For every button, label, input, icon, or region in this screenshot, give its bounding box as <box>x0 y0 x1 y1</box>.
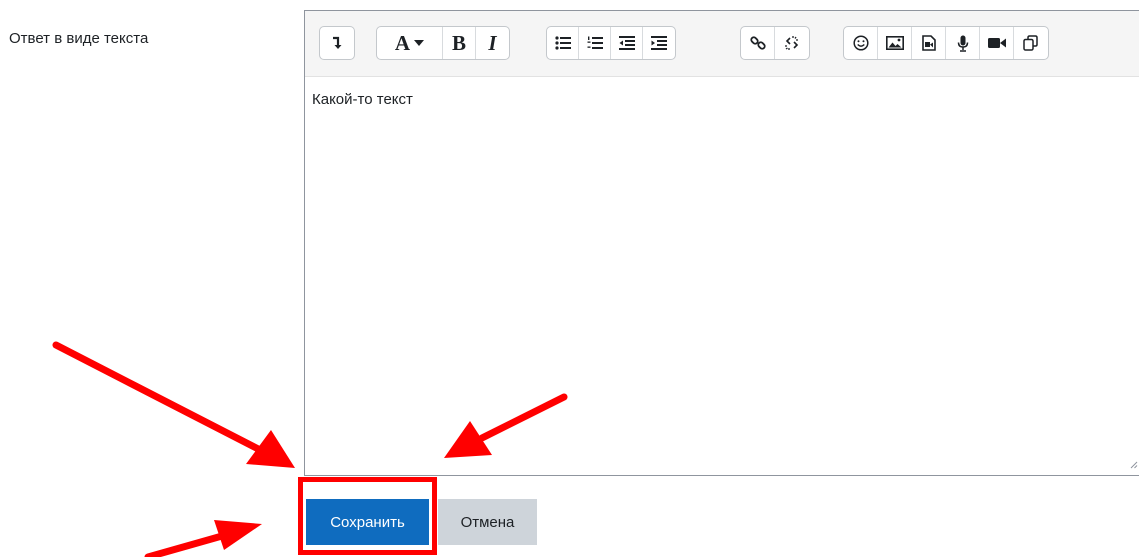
arrow-head-bottom <box>214 520 262 550</box>
annotation-arrows <box>52 341 568 557</box>
